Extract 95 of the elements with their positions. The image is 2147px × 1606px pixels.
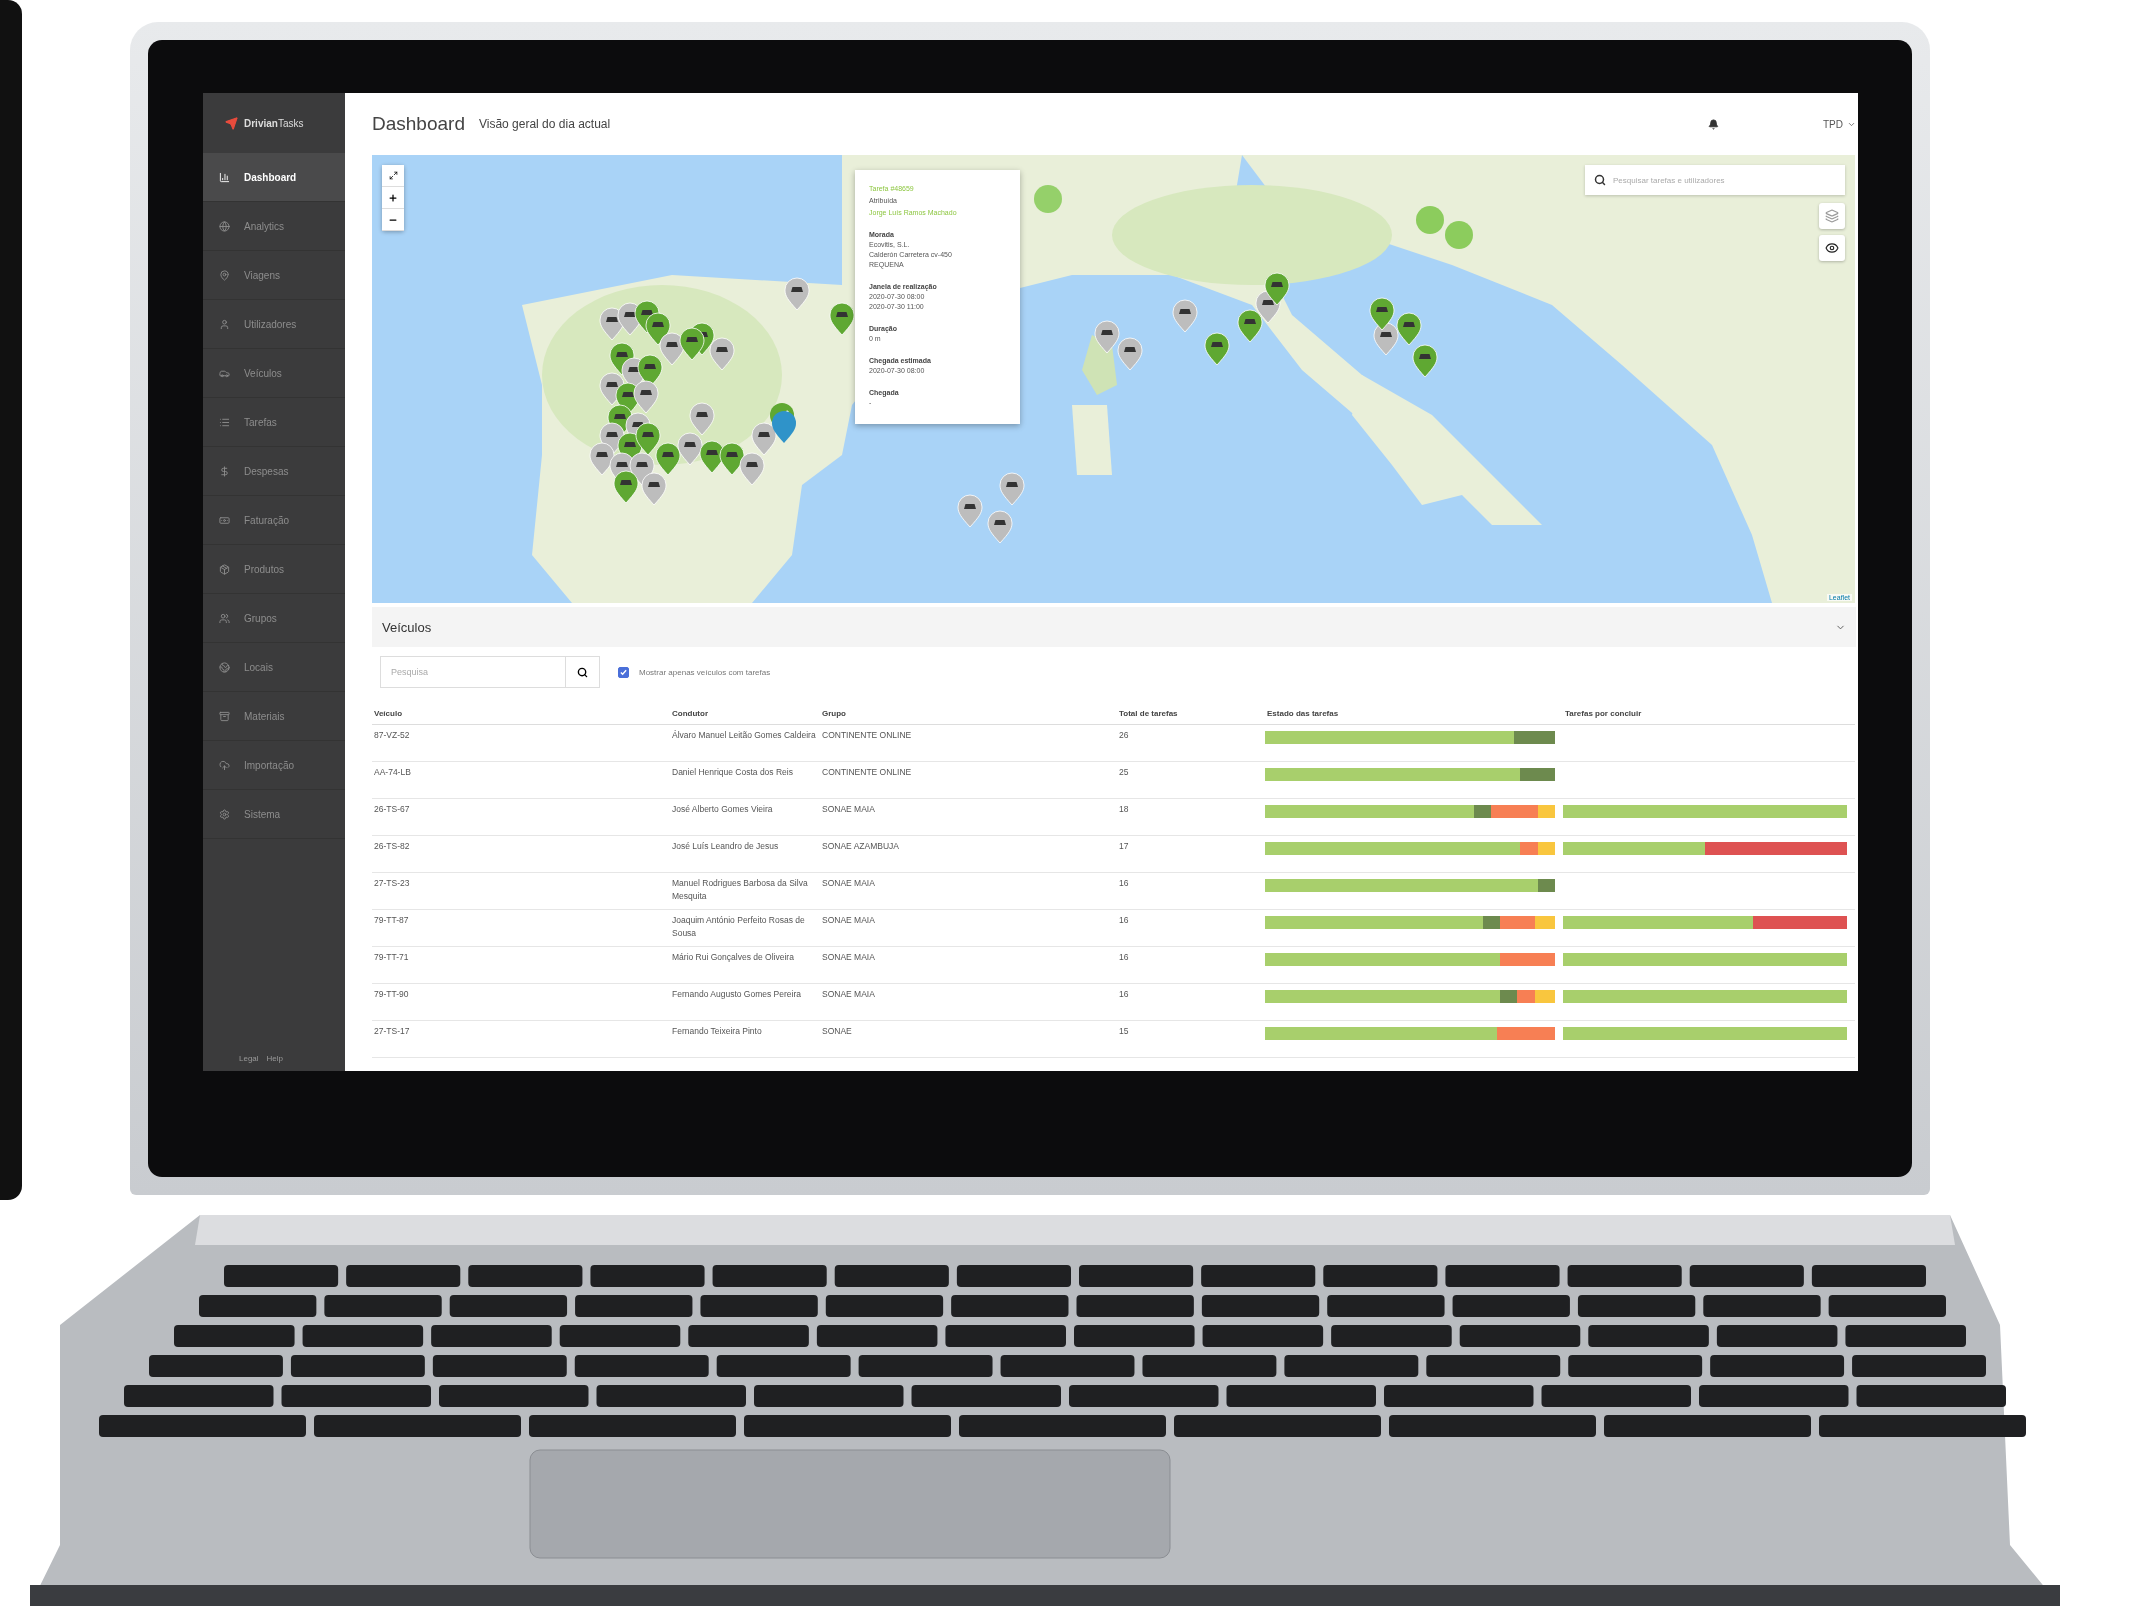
bell-icon[interactable] (1708, 118, 1719, 130)
globe-icon (219, 661, 230, 673)
table-cell: SONAE MAIA (820, 910, 1117, 947)
table-cell: 87-VZ-52 (372, 725, 670, 762)
users-icon (219, 612, 230, 624)
map-search-field[interactable]: Pesquisar tarefas e utilizadores (1585, 165, 1845, 195)
sidebar-item[interactable]: Produtos (203, 545, 345, 594)
globe-icon (219, 220, 230, 232)
table-cell: 26-TS-82 (372, 836, 670, 873)
sidebar-item[interactable]: Grupos (203, 594, 345, 643)
sidebar-item[interactable]: Analytics (203, 202, 345, 251)
table-cell: Fernando Teixeira Pinto (670, 1021, 820, 1058)
table-cell: 27-TS-17 (372, 1021, 670, 1058)
table-cell: 26 (1117, 725, 1265, 762)
table-cell: José Luís Leandro de Jesus (670, 836, 820, 873)
page-title: Dashboard (372, 113, 465, 135)
list-icon (219, 416, 230, 428)
page-subtitle: Visão geral do dia actual (478, 117, 611, 131)
table-cell: 79-TT-87 (372, 910, 670, 947)
package-icon (219, 563, 230, 575)
table-cell: 27-TS-23 (372, 873, 670, 910)
table-cell: CONTINENTE ONLINE (820, 762, 1117, 799)
sidebar-item[interactable]: Locais (203, 643, 345, 692)
fullscreen-button[interactable] (382, 165, 404, 187)
sidebar-item[interactable]: Utilizadores (203, 300, 345, 349)
eye-button[interactable] (1819, 235, 1845, 261)
sidebar-item[interactable]: Viagens (203, 251, 345, 300)
table-cell: Álvaro Manuel Leitão Gomes Caldeira (670, 725, 820, 762)
eye-icon (1825, 241, 1839, 255)
table-cell: AA-74-LB (372, 762, 670, 799)
checkbox-label: Mostrar apenas veículos com tarefas (639, 667, 771, 677)
bar-chart-icon (219, 171, 230, 183)
panel-title: Veículos (382, 619, 432, 635)
table-cell: SONAE MAIA (820, 799, 1117, 836)
column-header: Veículo (372, 709, 670, 725)
plus-icon (388, 192, 398, 203)
table-cell: Joaquim António Perfeito Rosas de Sousa (670, 910, 820, 947)
table-cell: SONAE MAIA (820, 947, 1117, 984)
table-cell: SONAE (820, 1021, 1117, 1058)
search-button[interactable] (565, 656, 600, 688)
dollar-icon (219, 465, 230, 477)
map-pin-icon (219, 269, 230, 281)
layers-button[interactable] (1819, 203, 1845, 229)
search-icon (577, 666, 588, 678)
table-cell: 16 (1117, 984, 1265, 1021)
expand-icon (388, 171, 398, 180)
panel-header[interactable]: Veículos (372, 607, 1856, 647)
layers-icon (1825, 209, 1839, 223)
sidebar-item[interactable]: Faturação (203, 496, 345, 545)
table-cell: Mário Rui Gonçalves de Oliveira (670, 947, 820, 984)
table-cell: SONAE MAIA (820, 873, 1117, 910)
table-cell: 25 (1117, 762, 1265, 799)
table-cell: 16 (1117, 910, 1265, 947)
search-icon (1594, 174, 1606, 186)
table-cell: SONAE MAIA (820, 984, 1117, 1021)
table-cell: 15 (1117, 1021, 1265, 1058)
zoom-in-button[interactable] (382, 187, 404, 209)
archive-icon (219, 710, 230, 722)
sidebar-item[interactable]: Despesas (203, 447, 345, 496)
table-cell: SONAE AZAMBUJA (820, 836, 1117, 873)
sidebar-item[interactable]: Dashboard (203, 153, 345, 202)
table-cell: Manuel Rodrigues Barbosa da Silva Mesquita (670, 873, 820, 910)
table-cell: CONTINENTE ONLINE (820, 725, 1117, 762)
table-cell: José Alberto Gomes Vieira (670, 799, 820, 836)
table-cell: 18 (1117, 799, 1265, 836)
sidebar-item[interactable]: Importação (203, 741, 345, 790)
checkbox[interactable] (618, 666, 629, 678)
table-cell: 79-TT-71 (372, 947, 670, 984)
table-cell: 16 (1117, 947, 1265, 984)
user-menu[interactable]: TPD (1823, 118, 1856, 130)
gear-icon (219, 808, 230, 820)
column-header: Estado das tarefas (1265, 709, 1563, 725)
sidebar-item[interactable]: Sistema (203, 790, 345, 839)
footer-link[interactable]: Legal (239, 1054, 259, 1063)
column-header: Condutor (670, 709, 820, 725)
table-cell: 16 (1117, 873, 1265, 910)
sidebar-item[interactable]: Tarefas (203, 398, 345, 447)
banknote-icon (219, 514, 230, 526)
cloud-upload-icon (219, 759, 230, 771)
paper-plane-icon (225, 116, 238, 130)
table-cell: 26-TS-67 (372, 799, 670, 836)
sidebar-item[interactable]: Veículos (203, 349, 345, 398)
zoom-out-button[interactable] (382, 209, 404, 231)
column-header: Total de tarefas (1117, 709, 1265, 725)
table-cell: 17 (1117, 836, 1265, 873)
brand-logo: DrivianTasks (244, 117, 304, 129)
table-cell: Fernando Augusto Gomes Pereira (670, 984, 820, 1021)
table-cell: 79-TT-90 (372, 984, 670, 1021)
search-field[interactable]: Pesquisa (380, 656, 565, 688)
column-header: Grupo (820, 709, 1117, 725)
table-cell: Daniel Henrique Costa dos Reis (670, 762, 820, 799)
footer-link[interactable]: Help (266, 1054, 284, 1063)
user-icon (219, 318, 230, 330)
column-header: Tarefas por concluir (1563, 709, 1855, 725)
sidebar-item[interactable]: Materiais (203, 692, 345, 741)
